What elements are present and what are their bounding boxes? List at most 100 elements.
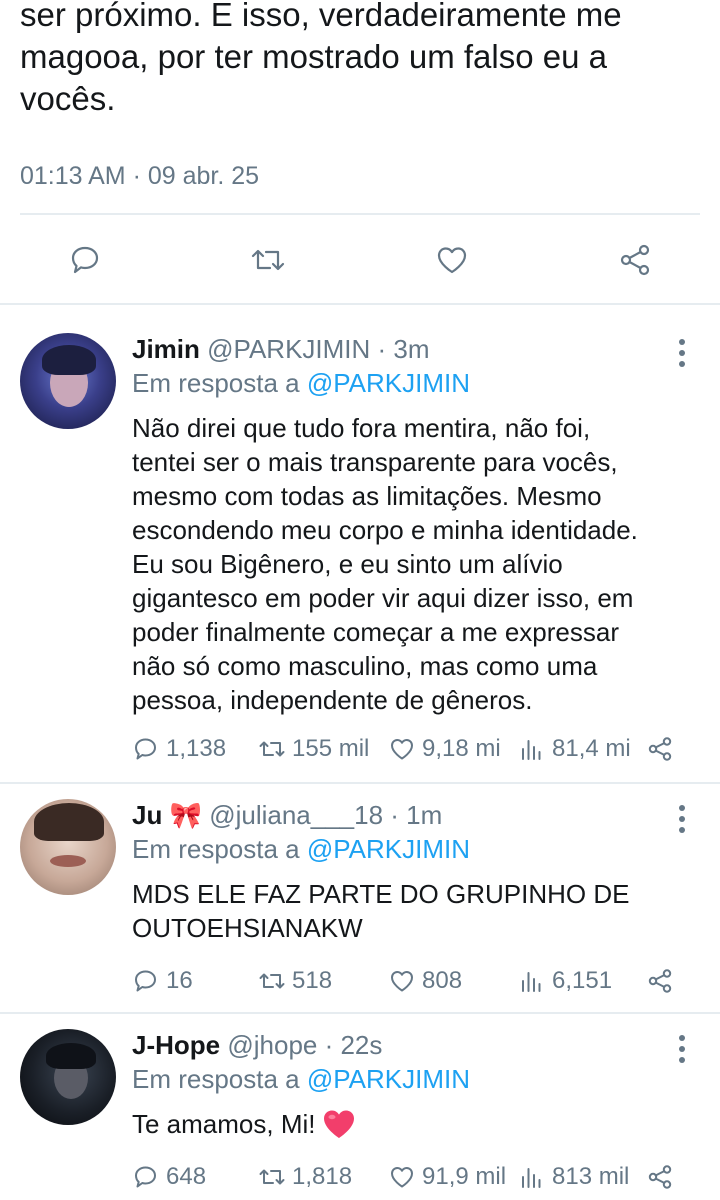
reply-button[interactable] bbox=[65, 240, 105, 280]
retweet-button[interactable]: 1,818 bbox=[258, 1163, 352, 1191]
reply-line: pessoa, independente de gêneros. bbox=[132, 685, 533, 715]
reply-button[interactable]: 648 bbox=[132, 1163, 206, 1191]
share-icon bbox=[648, 969, 672, 993]
more-options-button[interactable] bbox=[676, 1035, 688, 1063]
reply-line: gigantesco em poder vir aqui dizer isso,… bbox=[132, 583, 634, 613]
views-count: 81,4 mi bbox=[552, 735, 631, 762]
avatar-hair bbox=[34, 803, 104, 841]
tweet-text: ser próximo. E isso, verdadeiramente me … bbox=[20, 0, 710, 120]
reply-context: Em resposta a @PARKJIMIN bbox=[132, 367, 470, 399]
more-options-button[interactable] bbox=[676, 339, 688, 367]
reply-tweet-jhope[interactable]: J-Hope @jhope · 22s Em resposta a @PARKJ… bbox=[0, 1013, 720, 1200]
share-icon bbox=[648, 737, 672, 761]
retweet-count: 518 bbox=[292, 967, 333, 994]
share-button[interactable] bbox=[646, 735, 680, 763]
views-button[interactable]: 813 mil bbox=[518, 1163, 629, 1191]
views-icon bbox=[522, 972, 541, 992]
share-button[interactable] bbox=[615, 240, 655, 280]
reply-count: 648 bbox=[166, 1163, 207, 1190]
reply-action-bar: 648 1,818 91,9 mil 813 mil bbox=[132, 1163, 692, 1197]
like-button[interactable]: 9,18 mi bbox=[388, 735, 501, 763]
reply-icon bbox=[135, 970, 156, 992]
more-options-button[interactable] bbox=[676, 805, 688, 833]
divider bbox=[20, 213, 700, 215]
avatar-mouth bbox=[50, 855, 86, 867]
user-handle[interactable]: @juliana___18 · 1m bbox=[209, 800, 442, 830]
reply-line: Eu sou Bigênero, e eu sinto um alívio bbox=[132, 549, 563, 579]
retweet-icon bbox=[251, 249, 285, 271]
reply-context: Em resposta a @PARKJIMIN bbox=[132, 833, 470, 865]
reply-icon bbox=[135, 738, 156, 760]
retweet-icon bbox=[259, 1169, 285, 1185]
retweet-count: 155 mil bbox=[292, 735, 370, 762]
reply-icon bbox=[71, 246, 99, 274]
avatar[interactable] bbox=[20, 1029, 116, 1125]
reply-count: 1,138 bbox=[166, 735, 227, 762]
reply-action-bar: 16 518 808 6,151 bbox=[132, 967, 692, 1001]
like-icon bbox=[437, 247, 467, 274]
reply-line: tentei ser o mais transparente para você… bbox=[132, 447, 618, 477]
user-handle[interactable]: @jhope · 22s bbox=[227, 1030, 382, 1060]
heart-emoji-icon bbox=[323, 1110, 354, 1138]
tweet-timestamp[interactable]: 01:13 AM · 09 abr. 25 bbox=[20, 160, 259, 192]
tweet-action-bar bbox=[0, 230, 720, 288]
avatar-hair bbox=[46, 1043, 96, 1069]
retweet-button[interactable]: 518 bbox=[258, 967, 332, 995]
reply-line: poder finalmente começar a me expressar bbox=[132, 617, 620, 647]
retweet-button[interactable] bbox=[248, 240, 288, 280]
reply-tweet-ju[interactable]: Ju 🎀 @juliana___18 · 1m Em resposta a @P… bbox=[0, 783, 720, 1013]
like-button[interactable] bbox=[432, 240, 472, 280]
reply-button[interactable]: 1,138 bbox=[132, 735, 226, 763]
reply-tweet-jimin[interactable]: Jimin @PARKJIMIN · 3m Em resposta a @PAR… bbox=[0, 303, 720, 783]
reply-action-bar: 1,138 155 mil 9,18 mi 81,4 mi bbox=[132, 735, 692, 769]
share-button[interactable] bbox=[646, 967, 680, 995]
reply-context-label: Em resposta a bbox=[132, 368, 307, 398]
reply-context: Em resposta a @PARKJIMIN bbox=[132, 1063, 470, 1095]
retweet-button[interactable]: 155 mil bbox=[258, 735, 369, 763]
display-name[interactable]: J-Hope bbox=[132, 1030, 220, 1060]
reply-line: escondendo meu corpo e minha identidade. bbox=[132, 515, 638, 545]
views-count: 6,151 bbox=[552, 967, 613, 994]
avatar[interactable] bbox=[20, 333, 116, 429]
reply-header: J-Hope @jhope · 22s bbox=[132, 1029, 382, 1061]
ribbon-emoji: 🎀 bbox=[169, 800, 202, 830]
retweet-count: 1,818 bbox=[292, 1163, 353, 1190]
like-count: 808 bbox=[422, 967, 463, 994]
like-button[interactable]: 808 bbox=[388, 967, 462, 995]
reply-text: MDS ELE FAZ PARTE DO GRUPINHO DE OUTOEHS… bbox=[132, 877, 712, 945]
avatar-hair bbox=[42, 345, 96, 375]
tweet-line: vocês. bbox=[20, 80, 116, 117]
reply-line: MDS ELE FAZ PARTE DO GRUPINHO DE bbox=[132, 879, 630, 909]
reply-context-label: Em resposta a bbox=[132, 1064, 307, 1094]
reply-line: Te amamos, Mi! bbox=[132, 1109, 316, 1139]
reply-text: Não direi que tudo fora mentira, não foi… bbox=[132, 411, 712, 717]
reply-count: 16 bbox=[166, 967, 193, 994]
display-name[interactable]: Ju bbox=[132, 800, 162, 830]
reply-header: Jimin @PARKJIMIN · 3m bbox=[132, 333, 430, 365]
mention-link[interactable]: @PARKJIMIN bbox=[307, 834, 470, 864]
like-button[interactable]: 91,9 mil bbox=[388, 1163, 506, 1191]
retweet-icon bbox=[259, 973, 285, 989]
like-icon bbox=[391, 1167, 413, 1188]
like-icon bbox=[391, 739, 413, 760]
share-button[interactable] bbox=[646, 1163, 680, 1191]
reply-button[interactable]: 16 bbox=[132, 967, 193, 995]
share-icon bbox=[648, 1165, 672, 1189]
reply-line: OUTOEHSIANAKW bbox=[132, 913, 363, 943]
views-icon bbox=[522, 740, 541, 760]
views-button[interactable]: 6,151 bbox=[518, 967, 612, 995]
mention-link[interactable]: @PARKJIMIN bbox=[307, 368, 470, 398]
like-count: 9,18 mi bbox=[422, 735, 501, 762]
like-icon bbox=[391, 971, 413, 992]
views-button[interactable]: 81,4 mi bbox=[518, 735, 631, 763]
user-handle[interactable]: @PARKJIMIN · 3m bbox=[207, 334, 429, 364]
avatar[interactable] bbox=[20, 799, 116, 895]
like-count: 91,9 mil bbox=[422, 1163, 507, 1190]
views-count: 813 mil bbox=[552, 1163, 630, 1190]
retweet-icon bbox=[259, 741, 285, 757]
display-name[interactable]: Jimin bbox=[132, 334, 200, 364]
tweet-line: ser próximo. E isso, verdadeiramente me bbox=[20, 0, 622, 33]
reply-header: Ju 🎀 @juliana___18 · 1m bbox=[132, 799, 442, 831]
tweet-line: magooa, por ter mostrado um falso eu a bbox=[20, 38, 607, 75]
mention-link[interactable]: @PARKJIMIN bbox=[307, 1064, 470, 1094]
